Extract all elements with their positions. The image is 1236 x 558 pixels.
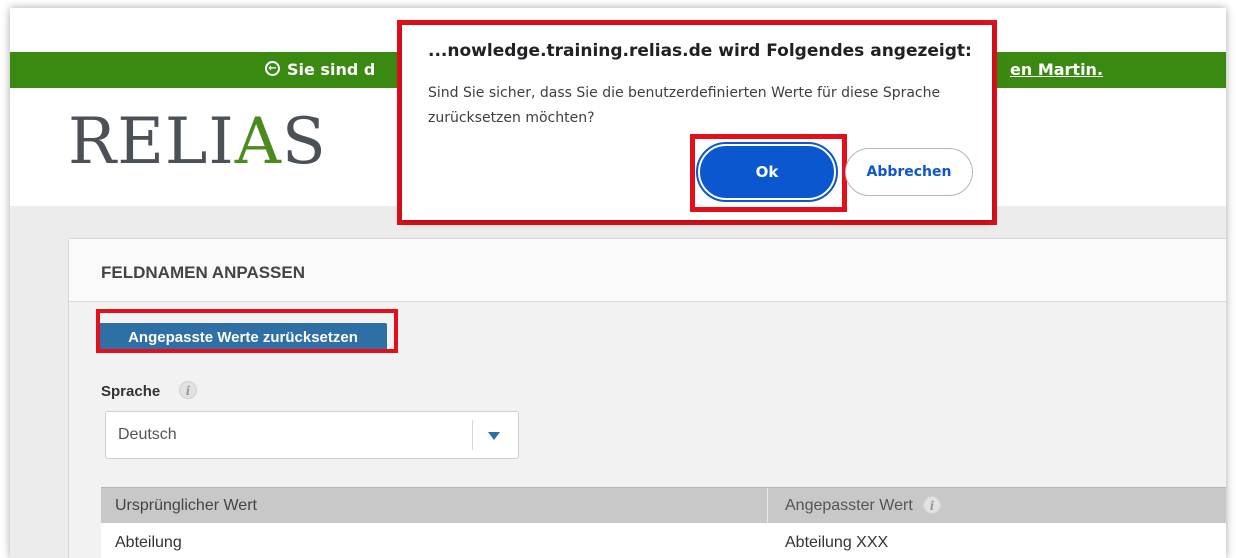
language-label: Sprache [101, 383, 161, 400]
cell-custom-value[interactable]: Abteilung XXX [785, 534, 888, 552]
panel-header: FELDNAMEN ANPASSEN [69, 239, 1226, 302]
select-divider [472, 420, 473, 450]
ok-button[interactable]: Ok [696, 142, 838, 202]
column-divider [767, 488, 768, 524]
relias-logo[interactable]: RELIAS [68, 110, 327, 174]
table-header: Ursprünglicher Wert Angepasster Wert i [101, 487, 1226, 524]
back-arrow-icon[interactable]: ← [265, 61, 280, 76]
panel-title: FELDNAMEN ANPASSEN [101, 263, 306, 282]
reset-button-highlight [96, 309, 398, 353]
info-icon[interactable]: i [923, 496, 941, 514]
column-header-custom[interactable]: Angepasster Wert [785, 497, 913, 515]
chevron-down-icon[interactable] [488, 432, 500, 440]
banner-link[interactable]: en Martin. [1010, 60, 1103, 79]
language-select-value: Deutsch [118, 426, 177, 443]
cancel-button[interactable]: Abbrechen [845, 148, 973, 196]
customize-fields-panel: FELDNAMEN ANPASSEN Angepasste Werte zurü… [68, 238, 1226, 558]
banner-text-left: Sie sind d [287, 60, 376, 79]
dialog-message: Sind Sie sicher, dass Sie die benutzerde… [428, 85, 941, 126]
info-icon[interactable]: i [179, 381, 197, 399]
table-row[interactable]: Abteilung Abteilung XXX [101, 523, 1226, 558]
cell-original-value: Abteilung [115, 534, 182, 551]
language-select[interactable]: Deutsch [105, 411, 519, 459]
column-header-original[interactable]: Ursprünglicher Wert [115, 497, 257, 515]
dialog-title: ...nowledge.training.relias.de wird Folg… [428, 41, 972, 61]
